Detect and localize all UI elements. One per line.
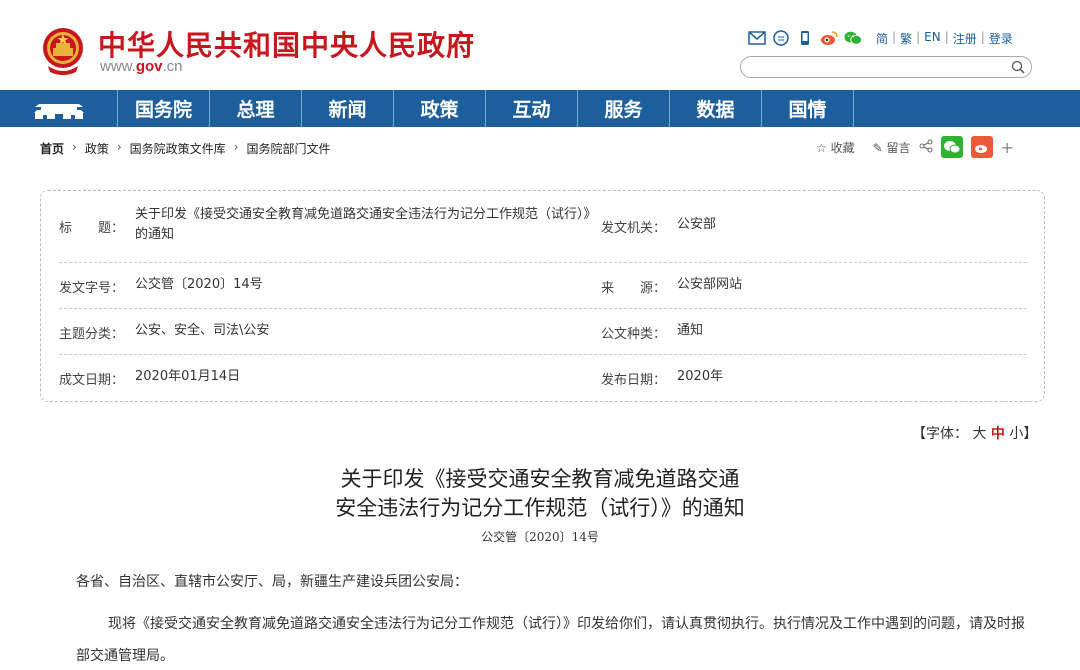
document-title-line-2: 安全违法行为记分工作规范（试行）》的通知: [335, 496, 745, 520]
doc-no-label: 发文字号：: [59, 281, 125, 296]
issuer-value: 公安部: [677, 217, 717, 232]
domain-brand: gov: [135, 58, 163, 75]
national-emblem-icon[interactable]: [40, 26, 86, 76]
info-row-topic: 主题分类： 公安、安全、司法\公安 公文种类： 通知: [59, 309, 1027, 355]
weibo-icon[interactable]: [820, 29, 838, 47]
mobile-icon[interactable]: [796, 29, 814, 47]
separator: |: [944, 30, 949, 44]
link-english[interactable]: EN: [924, 30, 941, 47]
type-value: 通知: [677, 323, 704, 338]
search-icon[interactable]: [1011, 60, 1025, 74]
star-icon: ☆: [816, 140, 827, 155]
info-row-docno: 发文字号： 公交管〔2020〕14号 来 源： 公安部网站: [59, 263, 1027, 309]
wechat-icon: [943, 141, 961, 154]
favorite-button[interactable]: ☆ 收藏: [816, 139, 855, 156]
more-share-button[interactable]: +: [1001, 138, 1014, 157]
nav-premier[interactable]: 总理: [210, 90, 302, 127]
published-date-label: 发布日期：: [601, 373, 667, 388]
nav-state-council[interactable]: 国务院: [118, 90, 210, 127]
chevron-right-icon: ›: [233, 140, 239, 154]
source-value: 公安部网站: [677, 277, 743, 292]
nav-services[interactable]: 服务: [578, 90, 670, 127]
domain-prefix: www.: [100, 58, 136, 75]
font-size-selector: 【字体： 大 中 小】: [912, 423, 1037, 443]
breadcrumb-policy[interactable]: 政策: [85, 140, 109, 157]
comment-button[interactable]: ✎ 留言: [873, 139, 911, 156]
info-row-dates: 成文日期： 2020年01月14日 发布日期： 2020年: [59, 355, 1027, 401]
font-size-medium[interactable]: 中: [991, 426, 1005, 442]
page-actions: ☆ 收藏 ✎ 留言 +: [816, 136, 1014, 158]
separator: |: [916, 30, 921, 44]
chevron-right-icon: ›: [72, 140, 77, 154]
mail-icon[interactable]: [748, 29, 766, 47]
nav-data[interactable]: 数据: [670, 90, 762, 127]
document-salutation: 各省、自治区、直辖市公安厅、局，新疆生产建设兵团公安局：: [76, 574, 468, 590]
published-date-value: 2020年: [677, 369, 724, 384]
search-input[interactable]: [740, 56, 1032, 78]
link-traditional[interactable]: 繁: [900, 30, 912, 47]
nav-policy[interactable]: 政策: [394, 90, 486, 127]
breadcrumb-department-docs[interactable]: 国务院部门文件: [246, 140, 330, 157]
nav-interaction[interactable]: 互动: [486, 90, 578, 127]
document-paragraph: 现将《接受交通安全教育减免道路交通安全违法行为记分工作规范（试行）》印发给你们，…: [76, 616, 1025, 664]
topic-value: 公安、安全、司法\公安: [135, 323, 270, 338]
share-wechat-button[interactable]: [940, 136, 963, 158]
share-icon[interactable]: [919, 139, 933, 156]
source-label: 来 源：: [601, 281, 667, 296]
written-date-value: 2020年01月14日: [135, 369, 241, 384]
doc-no-value: 公交管〔2020〕14号: [135, 277, 263, 292]
domain-suffix: .cn: [162, 58, 183, 75]
main-nav: 国务院 总理 新闻 政策 互动 服务 数据 国情: [0, 90, 1080, 127]
share-weibo-button[interactable]: [970, 136, 993, 158]
comment-label: 留言: [886, 140, 911, 155]
chevron-right-icon: ›: [116, 140, 122, 154]
font-size-small[interactable]: 小: [1009, 426, 1023, 442]
separator: |: [892, 30, 897, 44]
separator: |: [980, 30, 985, 44]
font-size-prefix: 【字体：: [912, 426, 968, 442]
document-info-table: 标 题： 关于印发《接受交通安全教育减免道路交通安全违法行为记分工作规范（试行）…: [40, 190, 1045, 402]
top-tools: [748, 28, 862, 48]
topic-label: 主题分类：: [59, 327, 125, 342]
site-domain[interactable]: www.gov.cn: [100, 58, 183, 75]
nav-home[interactable]: [0, 90, 118, 127]
document-number: 公交管〔2020〕14号: [481, 530, 599, 544]
weibo-icon: [974, 145, 987, 153]
font-size-large[interactable]: 大: [972, 426, 986, 442]
site-header: 中华人民共和国中央人民政府 www.gov.cn 简 | 繁 | EN | 注册 | 登…: [0, 0, 1080, 90]
type-label: 公文种类：: [601, 327, 667, 342]
nav-national-info[interactable]: 国情: [762, 90, 854, 127]
title-label: 标 题：: [59, 221, 125, 236]
breadcrumb-policy-library[interactable]: 国务院政策文件库: [130, 140, 226, 157]
title-value: 关于印发《接受交通安全教育减免道路交通安全违法行为记分工作规范（试行）》的通知: [135, 207, 591, 242]
font-size-suffix: 】: [1023, 426, 1038, 442]
pencil-icon: ✎: [872, 140, 883, 155]
breadcrumb-home[interactable]: 首页: [40, 140, 64, 157]
link-login[interactable]: 登录: [989, 30, 1013, 47]
issuer-label: 发文机关：: [601, 221, 667, 236]
written-date-label: 成文日期：: [59, 373, 125, 388]
breadcrumb: 首页 › 政策 › 国务院政策文件库 › 国务院部门文件: [40, 140, 331, 157]
message-icon[interactable]: [772, 29, 790, 47]
wechat-icon[interactable]: [844, 29, 862, 47]
link-register[interactable]: 注册: [953, 30, 977, 47]
favorite-label: 收藏: [830, 140, 855, 155]
document-title: 关于印发《接受交通安全教育减免道路交通 安全违法行为记分工作规范（试行）》的通知: [0, 465, 1080, 523]
link-simplified[interactable]: 简: [876, 30, 888, 47]
document-title-line-1: 关于印发《接受交通安全教育减免道路交通: [340, 467, 740, 491]
info-row-title: 标 题： 关于印发《接受交通安全教育减免道路交通安全违法行为记分工作规范（试行）…: [59, 191, 1027, 263]
top-links: 简 | 繁 | EN | 注册 | 登录: [876, 30, 1013, 47]
tiananmen-icon: [33, 103, 84, 119]
nav-news[interactable]: 新闻: [302, 90, 394, 127]
